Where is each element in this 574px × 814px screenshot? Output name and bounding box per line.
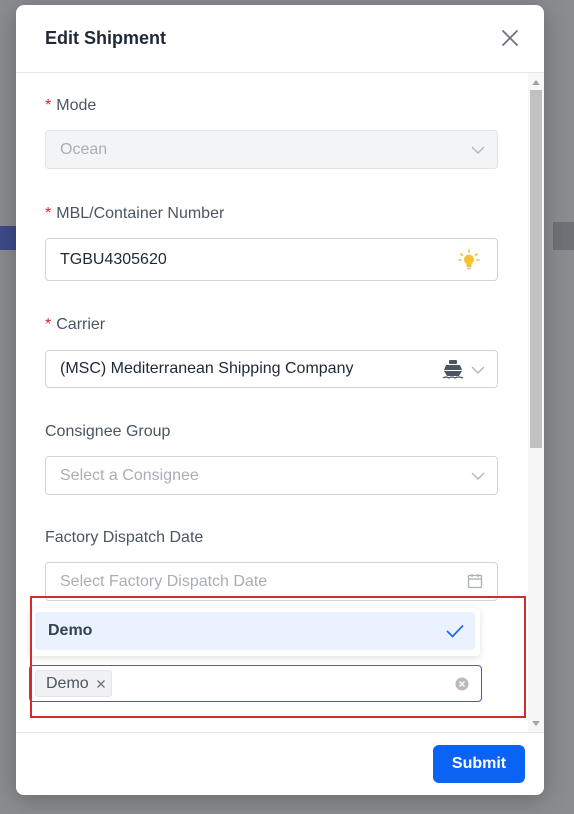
close-icon[interactable] <box>500 28 520 48</box>
chevron-down-icon[interactable] <box>471 366 485 374</box>
chevron-down-icon[interactable] <box>471 472 485 480</box>
submit-button[interactable]: Submit <box>433 745 525 783</box>
ship-icon <box>442 360 464 379</box>
mode-value: Ocean <box>60 141 108 158</box>
highlight-box <box>30 596 526 718</box>
consignee-placeholder: Select a Consignee <box>60 467 199 484</box>
modal-title: Edit Shipment <box>45 28 166 48</box>
mbl-container-input[interactable]: TGBU4305620 <box>45 238 498 281</box>
calendar-icon[interactable] <box>467 573 483 589</box>
carrier-value: (MSC) Mediterranean Shipping Company <box>60 360 354 377</box>
required-marker: * <box>45 316 52 333</box>
mbl-value: TGBU4305620 <box>60 251 167 268</box>
carrier-label: * Carrier <box>45 316 106 333</box>
background-element <box>0 226 16 250</box>
scroll-up-arrow-icon[interactable] <box>532 80 540 85</box>
scroll-down-arrow-icon[interactable] <box>532 721 540 726</box>
required-marker: * <box>45 205 52 222</box>
dispatch-placeholder: Select Factory Dispatch Date <box>60 573 268 590</box>
scrollbar-thumb[interactable] <box>530 90 542 448</box>
modal-footer: Submit <box>16 732 544 795</box>
lightbulb-icon[interactable] <box>458 249 480 271</box>
carrier-select[interactable]: (MSC) Mediterranean Shipping Company <box>45 350 498 388</box>
mode-label: * Mode <box>45 97 97 114</box>
consignee-select[interactable]: Select a Consignee <box>45 456 498 495</box>
modal-header: Edit Shipment <box>16 5 544 73</box>
consignee-group-label: Consignee Group <box>45 423 171 440</box>
chevron-down-icon <box>471 146 485 154</box>
factory-dispatch-date-label: Factory Dispatch Date <box>45 529 204 546</box>
background-element <box>553 222 574 250</box>
required-marker: * <box>45 97 52 114</box>
mbl-label: * MBL/Container Number <box>45 205 225 222</box>
mode-select: Ocean <box>45 130 498 169</box>
